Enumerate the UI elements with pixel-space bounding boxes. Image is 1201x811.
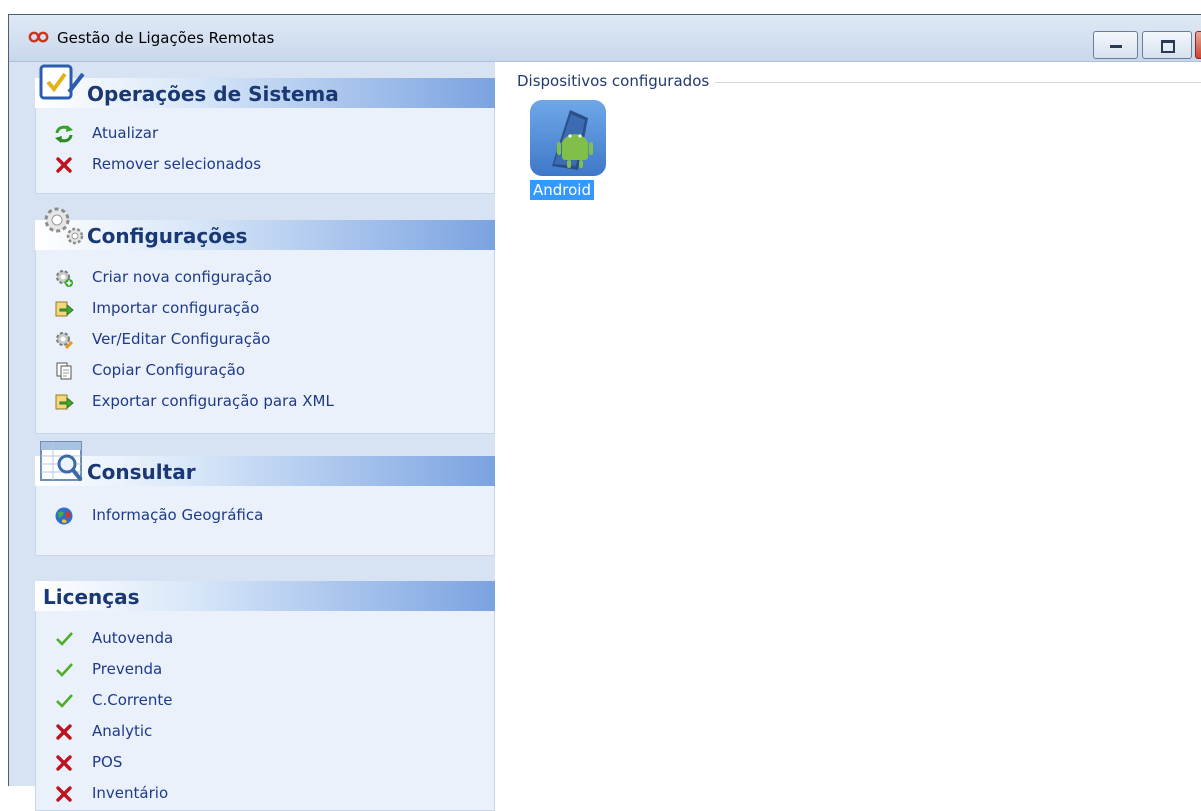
- item-label: Exportar configuração para XML: [92, 392, 334, 410]
- item-label: Ver/Editar Configuração: [92, 330, 271, 348]
- section-title: Consultar: [87, 460, 196, 484]
- item-label: Remover selecionados: [92, 155, 262, 173]
- title-bar[interactable]: Gestão de Ligações Remotas: [9, 15, 1201, 62]
- section-header[interactable]: Configurações: [35, 220, 495, 250]
- item-label: Inventário: [92, 784, 169, 802]
- item-label: Informação Geográfica: [92, 506, 264, 524]
- app-logo-icon: [28, 31, 49, 43]
- section-operacoes: Operações de Sistema Atualizar Remover s…: [35, 62, 495, 202]
- group-label: Dispositivos configurados: [517, 72, 716, 90]
- section-body: Atualizar Remover selecionados: [35, 108, 495, 194]
- red-x-icon: [56, 724, 72, 740]
- section-header[interactable]: Consultar: [35, 456, 495, 486]
- check-icon: [56, 694, 73, 708]
- maximize-button[interactable]: [1142, 31, 1192, 59]
- task-sidebar: Operações de Sistema Atualizar Remover s…: [9, 62, 495, 811]
- table-search-icon: [40, 441, 83, 482]
- red-x-icon: [56, 755, 72, 771]
- close-button[interactable]: [1195, 31, 1201, 59]
- section-title: Configurações: [87, 224, 248, 248]
- android-device-icon: [530, 100, 606, 176]
- copy-icon: [56, 362, 72, 380]
- red-x-icon: [56, 157, 72, 173]
- section-licencas: Licenças Autovenda Prevenda C.Corrente A…: [35, 562, 495, 811]
- section-title: Licenças: [43, 585, 140, 609]
- gear-add-icon: [56, 270, 73, 287]
- section-body: Criar nova configuração Importar configu…: [35, 250, 495, 434]
- minimize-button[interactable]: [1093, 31, 1138, 59]
- globe-icon: [55, 507, 73, 525]
- window-title: Gestão de Ligações Remotas: [57, 29, 275, 47]
- main-panel: Dispositivos configurados Android: [497, 62, 1201, 786]
- gear-edit-icon: [56, 332, 74, 350]
- item-label: Analytic: [92, 722, 153, 740]
- section-body: Autovenda Prevenda C.Corrente Analytic P…: [35, 611, 495, 811]
- item-label: POS: [92, 753, 123, 771]
- item-label: Copiar Configuração: [92, 361, 246, 379]
- section-header[interactable]: Licenças: [35, 581, 495, 611]
- refresh-icon: [55, 125, 73, 143]
- item-label: Atualizar: [92, 124, 159, 142]
- item-label: Prevenda: [92, 660, 163, 678]
- section-configuracoes: Configurações Criar nova configuração Im…: [35, 202, 495, 438]
- check-icon: [56, 663, 73, 677]
- app-window: Gestão de Ligações Remotas Operações de …: [8, 14, 1201, 811]
- gears-icon: [44, 207, 84, 245]
- section-title: Operações de Sistema: [87, 82, 339, 106]
- item-label: Importar configuração: [92, 299, 260, 317]
- item-label: Criar nova configuração: [92, 268, 272, 286]
- export-icon: [55, 394, 74, 410]
- import-icon: [55, 301, 74, 317]
- item-label: C.Corrente: [92, 691, 173, 709]
- section-consultar: Consultar Informação Geográfica: [35, 438, 495, 562]
- device-label: Android: [530, 180, 594, 200]
- section-body: Informação Geográfica: [35, 486, 495, 556]
- checklist-icon: [39, 64, 85, 100]
- item-label: Autovenda: [92, 629, 174, 647]
- red-x-icon: [56, 786, 72, 802]
- check-icon: [56, 632, 73, 646]
- section-header[interactable]: Operações de Sistema: [35, 78, 495, 108]
- maximize-icon: [1161, 40, 1175, 53]
- minimize-icon: [1110, 45, 1122, 48]
